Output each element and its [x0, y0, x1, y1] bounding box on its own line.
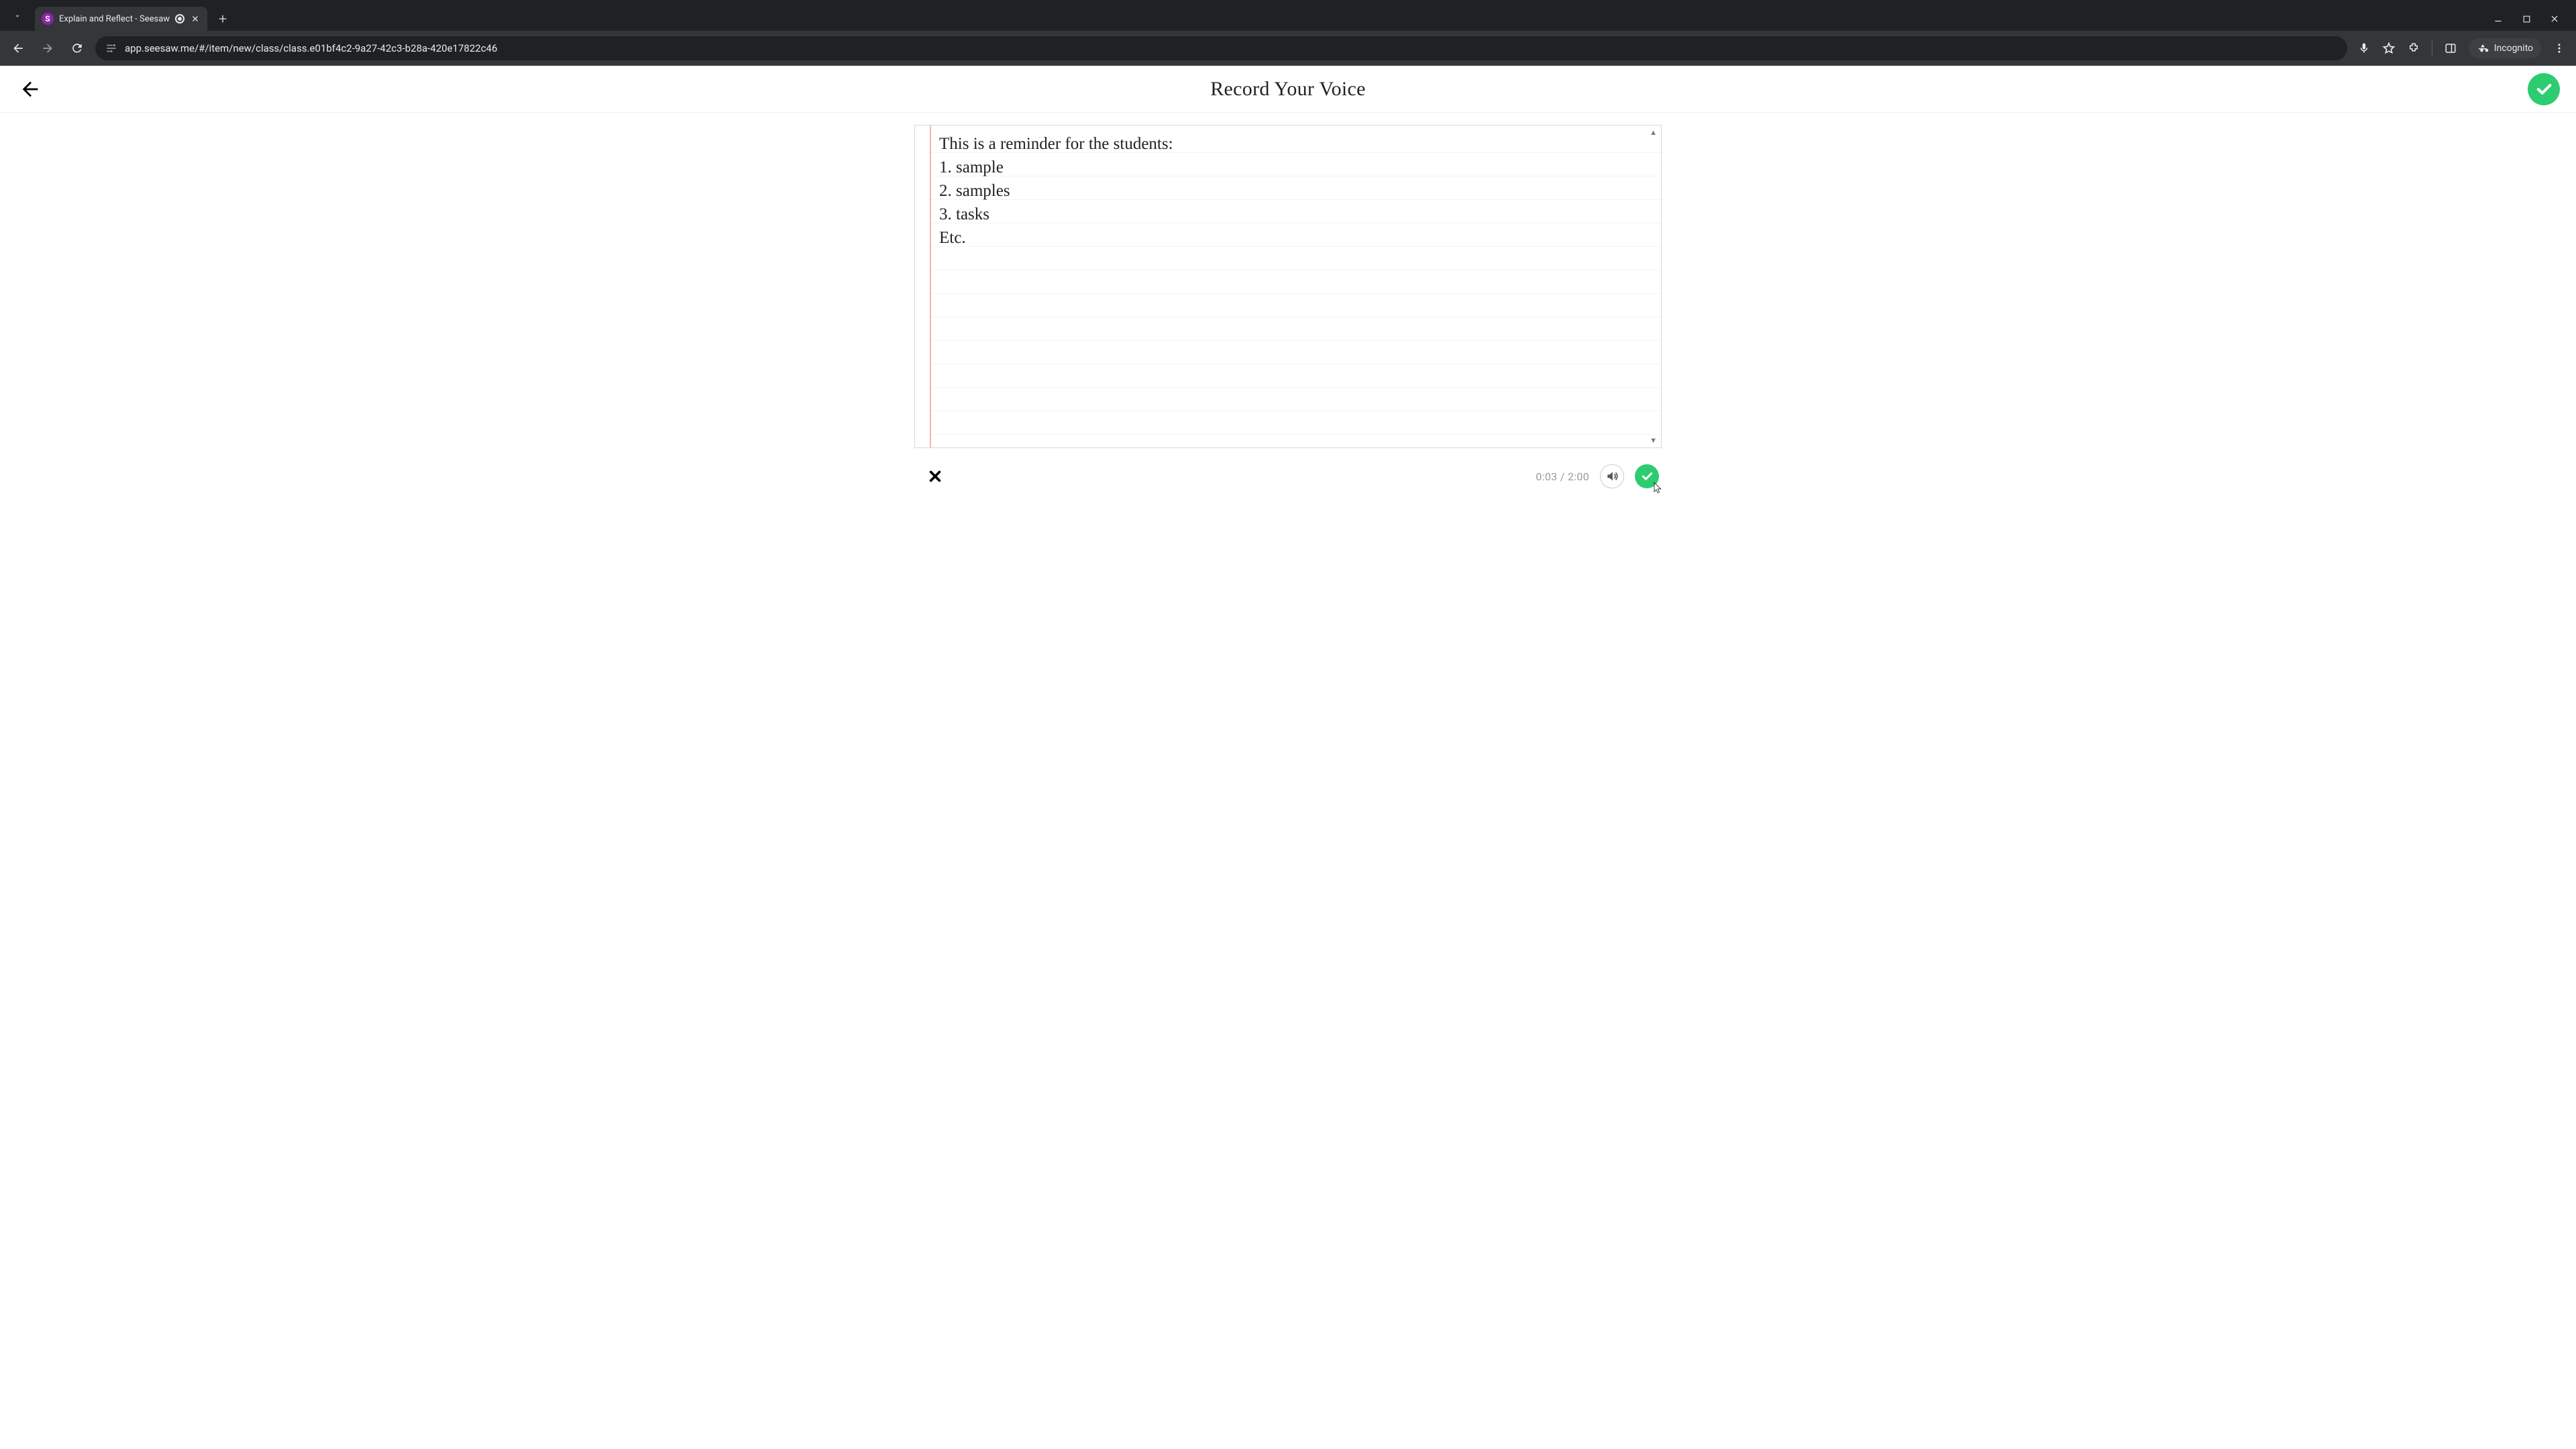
tab-strip: S Explain and Reflect - Seesaw [0, 0, 2576, 31]
tab-search-dropdown[interactable] [5, 4, 30, 28]
window-close-button[interactable] [2548, 12, 2561, 25]
close-icon [2550, 14, 2559, 23]
incognito-icon [2477, 42, 2489, 54]
tune-icon [105, 42, 117, 54]
check-icon [1640, 470, 1654, 483]
page-title: Record Your Voice [1210, 78, 1366, 101]
nav-reload-button[interactable] [66, 37, 89, 60]
maximize-icon [2522, 15, 2531, 23]
recording-footer: 0:03 / 2:00 [914, 464, 1662, 488]
window-minimize-button[interactable] [2491, 12, 2505, 25]
cancel-button[interactable] [917, 469, 943, 484]
star-icon [2382, 42, 2396, 55]
tab-title: Explain and Reflect - Seesaw [59, 14, 170, 24]
close-icon [928, 469, 943, 484]
note-margin-rule [915, 125, 931, 447]
url-text: app.seesaw.me/#/item/new/class/class.e01… [125, 42, 2338, 54]
arrow-left-icon [11, 42, 25, 55]
speaker-icon [1605, 470, 1619, 483]
nav-back-button[interactable] [7, 37, 30, 60]
address-bar[interactable]: app.seesaw.me/#/item/new/class/class.e01… [95, 36, 2347, 60]
browser-menu-button[interactable] [2553, 42, 2565, 54]
footer-right-group: 0:03 / 2:00 [1536, 464, 1659, 488]
volume-button[interactable] [1600, 464, 1624, 488]
content-area: This is a reminder for the students: 1. … [0, 113, 2576, 448]
minimize-icon [2493, 14, 2503, 23]
note-card: This is a reminder for the students: 1. … [914, 125, 1662, 448]
note-line: This is a reminder for the students: [939, 132, 1652, 156]
browser-tab[interactable]: S Explain and Reflect - Seesaw [35, 7, 207, 31]
incognito-indicator[interactable]: Incognito [2469, 38, 2541, 58]
note-body[interactable]: This is a reminder for the students: 1. … [931, 125, 1661, 447]
incognito-label: Incognito [2494, 43, 2533, 54]
scroll-down-arrow[interactable]: ▼ [1650, 436, 1657, 445]
seesaw-favicon: S [42, 13, 54, 25]
confirm-button[interactable] [2528, 73, 2560, 105]
accept-recording-button[interactable] [1635, 464, 1659, 488]
recording-indicator-icon [175, 14, 184, 23]
scroll-up-arrow[interactable]: ▲ [1650, 128, 1657, 137]
arrow-right-icon [41, 42, 54, 55]
time-separator: / [1557, 470, 1567, 483]
voice-search-button[interactable] [2358, 42, 2370, 54]
panel-icon [2445, 42, 2457, 54]
kebab-icon [2553, 42, 2565, 54]
new-tab-button[interactable] [213, 9, 233, 29]
close-tab-button[interactable] [190, 13, 201, 24]
bookmark-button[interactable] [2382, 42, 2396, 55]
recording-timer: 0:03 / 2:00 [1536, 470, 1589, 483]
puzzle-icon [2408, 42, 2420, 54]
back-button[interactable] [19, 78, 42, 101]
side-panel-button[interactable] [2445, 42, 2457, 54]
note-line: 3. tasks [939, 203, 1652, 226]
total-time: 2:00 [1568, 470, 1589, 483]
reload-icon [70, 42, 84, 55]
plus-icon [217, 13, 228, 24]
arrow-left-icon [19, 78, 42, 101]
close-icon [191, 15, 199, 23]
nav-forward-button[interactable] [36, 37, 59, 60]
elapsed-time: 0:03 [1536, 470, 1557, 483]
window-maximize-button[interactable] [2520, 12, 2533, 25]
note-line: Etc. [939, 226, 1652, 250]
cursor-icon [1652, 482, 1664, 494]
check-icon [2534, 80, 2553, 99]
note-line: 2. samples [939, 179, 1652, 203]
toolbar-right-icons: Incognito [2354, 38, 2569, 58]
microphone-icon [2358, 42, 2370, 54]
site-settings-icon[interactable] [105, 42, 118, 55]
note-line: 1. sample [939, 156, 1652, 179]
browser-toolbar: app.seesaw.me/#/item/new/class/class.e01… [0, 31, 2576, 66]
app-header: Record Your Voice [0, 66, 2576, 113]
window-controls [2491, 12, 2571, 25]
extensions-button[interactable] [2408, 42, 2420, 54]
chevron-down-icon [13, 11, 22, 21]
browser-chrome: S Explain and Reflect - Seesaw [0, 0, 2576, 66]
